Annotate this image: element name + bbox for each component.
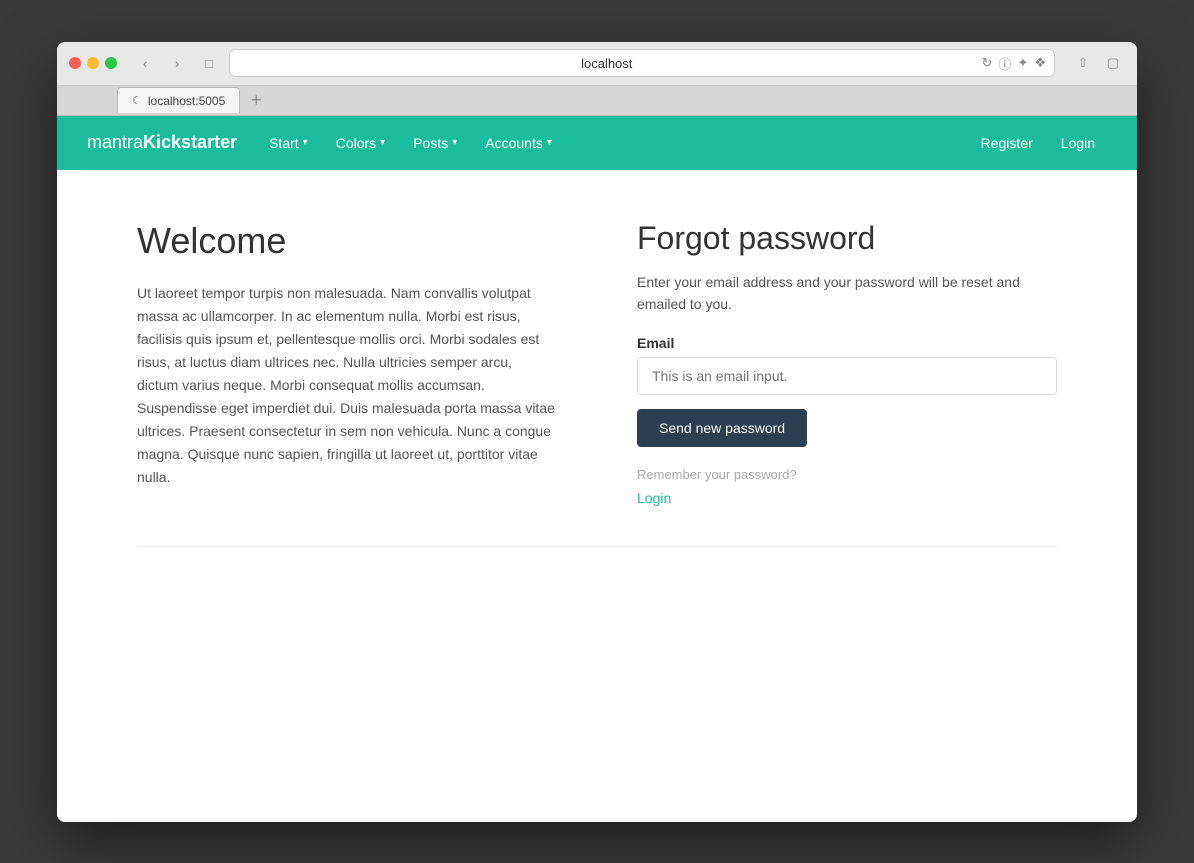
refresh-icon[interactable]: ↻ [982,55,993,71]
login-link[interactable]: Login [637,490,1057,506]
posts-caret-icon: ▾ [452,137,457,148]
traffic-lights [69,57,117,69]
accounts-caret-icon: ▾ [547,137,552,148]
minimize-button[interactable] [87,57,99,69]
browser-window: ‹ › □ ↻ ⓘ ✦ ❖ ⇧ ▢ ☾ localhost:5005 + man… [57,42,1137,822]
nav-item-colors[interactable]: Colors ▾ [324,129,398,157]
page-divider [137,546,1057,547]
start-caret-icon: ▾ [303,137,308,148]
nav-item-accounts[interactable]: Accounts ▾ [473,129,564,157]
tab-label: localhost:5005 [148,94,225,108]
nav-item-start[interactable]: Start ▾ [257,129,320,157]
content-row: Welcome Ut laoreet tempor turpis non mal… [137,220,1057,507]
forgot-description: Enter your email address and your passwo… [637,271,1057,316]
share-button[interactable]: ⇧ [1071,51,1095,75]
colors-caret-icon: ▾ [380,137,385,148]
back-button[interactable]: ‹ [133,51,157,75]
forgot-title: Forgot password [637,220,1057,257]
maximize-button[interactable] [105,57,117,69]
url-bar-icons: ↻ ⓘ ✦ ❖ [982,54,1046,73]
welcome-body: Ut laoreet tempor turpis non malesuada. … [137,282,557,490]
url-input[interactable] [238,56,976,71]
welcome-title: Welcome [137,220,557,262]
tab-favicon: ☾ [132,94,142,107]
brand-link[interactable]: mantraKickstarter [87,132,237,153]
email-label: Email [637,335,1057,351]
sidebar-button[interactable]: □ [197,51,221,75]
info-icon[interactable]: ⓘ [998,54,1011,73]
email-input[interactable] [637,357,1057,395]
nav-register-link[interactable]: Register [969,129,1045,157]
navbar-right: Register Login [969,129,1107,157]
pocket-icon[interactable]: ❖ [1034,55,1046,71]
close-button[interactable] [69,57,81,69]
new-window-button[interactable]: ▢ [1101,51,1125,75]
navbar-nav: Start ▾ Colors ▾ Posts ▾ Accounts ▾ [257,129,969,157]
forward-button[interactable]: › [165,51,189,75]
brand-part2: Kickstarter [143,132,237,152]
navbar: mantraKickstarter Start ▾ Colors ▾ Posts… [57,116,1137,170]
nav-login-link[interactable]: Login [1049,129,1107,157]
welcome-section: Welcome Ut laoreet tempor turpis non mal… [137,220,557,507]
forgot-password-section: Forgot password Enter your email address… [637,220,1057,507]
main-content: Welcome Ut laoreet tempor turpis non mal… [57,170,1137,588]
active-tab[interactable]: ☾ localhost:5005 [117,87,240,113]
remember-password-text: Remember your password? [637,467,1057,482]
send-new-password-button[interactable]: Send new password [637,409,807,447]
brand-part1: mantra [87,132,143,152]
browser-titlebar: ‹ › □ ↻ ⓘ ✦ ❖ ⇧ ▢ [57,42,1137,86]
url-bar-container: ↻ ⓘ ✦ ❖ [229,49,1055,77]
browser-tabbar: ☾ localhost:5005 + [57,86,1137,116]
extensions-icon[interactable]: ✦ [1017,55,1028,71]
browser-toolbar-right: ⇧ ▢ [1071,51,1125,75]
nav-item-posts[interactable]: Posts ▾ [401,129,469,157]
new-tab-button[interactable]: + [244,88,268,112]
